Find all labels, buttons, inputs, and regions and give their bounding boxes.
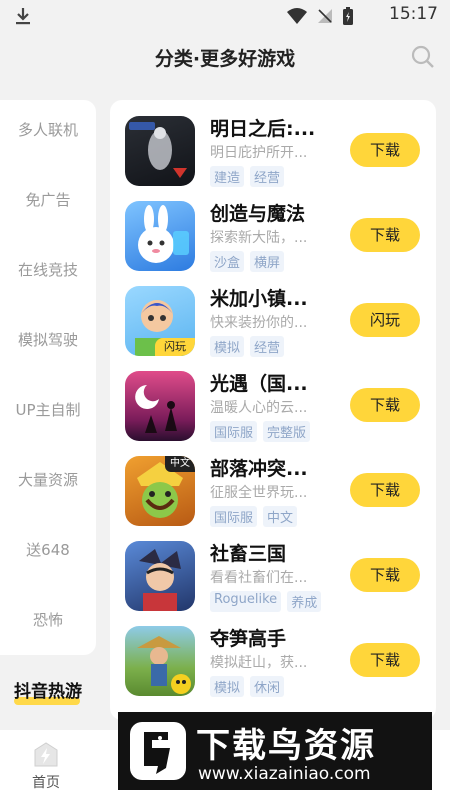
- sidebar-item[interactable]: 大量资源: [0, 460, 96, 500]
- game-tag: 休闲: [250, 676, 285, 697]
- flash-play-badge: 闪玩: [155, 338, 195, 356]
- watermark-title: 下载鸟资源: [196, 726, 376, 766]
- list-item[interactable]: 夺笋高手 模拟赶山，获... 模拟 休闲 下载: [110, 610, 436, 697]
- game-description: 明日庇护所开...: [210, 145, 308, 161]
- wifi-icon: [287, 8, 307, 24]
- chinese-badge: 中文: [165, 456, 195, 472]
- sidebar-item[interactable]: 多人联机: [0, 110, 96, 150]
- watermark-url: www.xiazainiao.com: [198, 764, 371, 784]
- nav-home-label: 首页: [32, 775, 60, 791]
- download-button[interactable]: 下载: [350, 558, 420, 592]
- game-icon: [125, 371, 195, 441]
- list-item[interactable]: 闪玩 米加小镇... 快来装扮你的... 模拟 经营 闪玩: [110, 270, 436, 357]
- game-name: 社畜三国: [210, 543, 287, 565]
- sidebar-item[interactable]: 模拟驾驶: [0, 320, 96, 360]
- watermark: 下载鸟资源 www.xiazainiao.com: [118, 712, 432, 790]
- category-sidebar: 多人联机 免广告 在线竞技 模拟驾驶 UP主自制 大量资源 送648 恐怖: [0, 100, 96, 655]
- game-tag: 经营: [250, 166, 285, 187]
- game-name: 明日之后:...: [210, 118, 316, 140]
- game-tag: 经营: [250, 336, 285, 357]
- game-name: 创造与魔法: [210, 203, 306, 225]
- game-description: 征服全世界玩...: [210, 485, 308, 501]
- list-item[interactable]: 创造与魔法 探索新大陆，... 沙盒 横屏 下载: [110, 185, 436, 272]
- game-tag: Roguelike: [210, 591, 282, 612]
- game-name: 米加小镇...: [210, 288, 308, 310]
- download-button[interactable]: 下载: [350, 218, 420, 252]
- game-name: 部落冲突...: [210, 458, 308, 480]
- nav-home[interactable]: 首页: [22, 740, 70, 796]
- sidebar-item[interactable]: 送648: [0, 530, 96, 570]
- list-item[interactable]: 社畜三国 看看社畜们在... Roguelike 养成 下载: [110, 525, 436, 612]
- game-icon: [125, 116, 195, 186]
- sidebar-active-label: 抖音热游: [14, 682, 82, 702]
- flash-play-button[interactable]: 闪玩: [350, 303, 420, 337]
- game-name: 夺笋高手: [210, 628, 287, 650]
- list-item[interactable]: 中文 部落冲突... 征服全世界玩... 国际服 中文 下载: [110, 440, 436, 527]
- battery-charging-icon: [343, 7, 353, 25]
- game-tag: 模拟: [210, 676, 245, 697]
- game-tag: 模拟: [210, 336, 245, 357]
- game-tag: 沙盒: [210, 251, 245, 272]
- game-tag: 养成: [287, 591, 322, 612]
- home-icon: [34, 742, 58, 767]
- game-name: 光遇（国...: [210, 373, 308, 395]
- header: 分类·更多好游戏: [0, 32, 450, 86]
- download-button[interactable]: 下载: [350, 133, 420, 167]
- list-item[interactable]: 光遇（国... 温暖人心的云... 国际服 完整版 下载: [110, 355, 436, 442]
- game-icon: 中文: [125, 456, 195, 526]
- search-icon[interactable]: [410, 44, 436, 70]
- download-button[interactable]: 下载: [350, 388, 420, 422]
- download-button[interactable]: 下载: [350, 643, 420, 677]
- sidebar-item-active[interactable]: 抖音热游: [0, 665, 96, 719]
- game-tag: 国际服: [210, 506, 258, 527]
- game-tag: 横屏: [250, 251, 285, 272]
- download-button[interactable]: 下载: [350, 473, 420, 507]
- game-icon: 闪玩: [125, 286, 195, 356]
- game-icon: [125, 541, 195, 611]
- game-tag: 完整版: [263, 421, 311, 442]
- list-item[interactable]: 明日之后:... 明日庇护所开... 建造 经营 下载: [110, 100, 436, 187]
- page-title: 分类·更多好游戏: [154, 48, 296, 70]
- game-tag: 建造: [210, 166, 245, 187]
- sidebar-item[interactable]: 恐怖: [0, 600, 96, 640]
- game-description: 看看社畜们在...: [210, 570, 308, 586]
- sidebar-item[interactable]: UP主自制: [0, 390, 96, 430]
- game-description: 温暖人心的云...: [210, 400, 308, 416]
- game-description: 探索新大陆，...: [210, 230, 308, 246]
- sidebar-item[interactable]: 免广告: [0, 180, 96, 220]
- sidebar-item[interactable]: 在线竞技: [0, 250, 96, 290]
- status-time: 15:17: [389, 4, 438, 24]
- game-tag: 国际服: [210, 421, 258, 442]
- download-arrow-icon: [16, 8, 30, 25]
- no-signal-icon: [318, 9, 332, 23]
- game-description: 模拟赶山，获...: [210, 655, 308, 671]
- game-description: 快来装扮你的...: [210, 315, 308, 331]
- game-icon: [125, 626, 195, 696]
- game-icon: [125, 201, 195, 271]
- game-list: 明日之后:... 明日庇护所开... 建造 经营 下载 创造与魔法 探索新大陆，.…: [110, 100, 436, 720]
- bird-logo-icon: [130, 722, 186, 780]
- status-bar: 15:17: [0, 0, 450, 32]
- game-tag: 中文: [263, 506, 298, 527]
